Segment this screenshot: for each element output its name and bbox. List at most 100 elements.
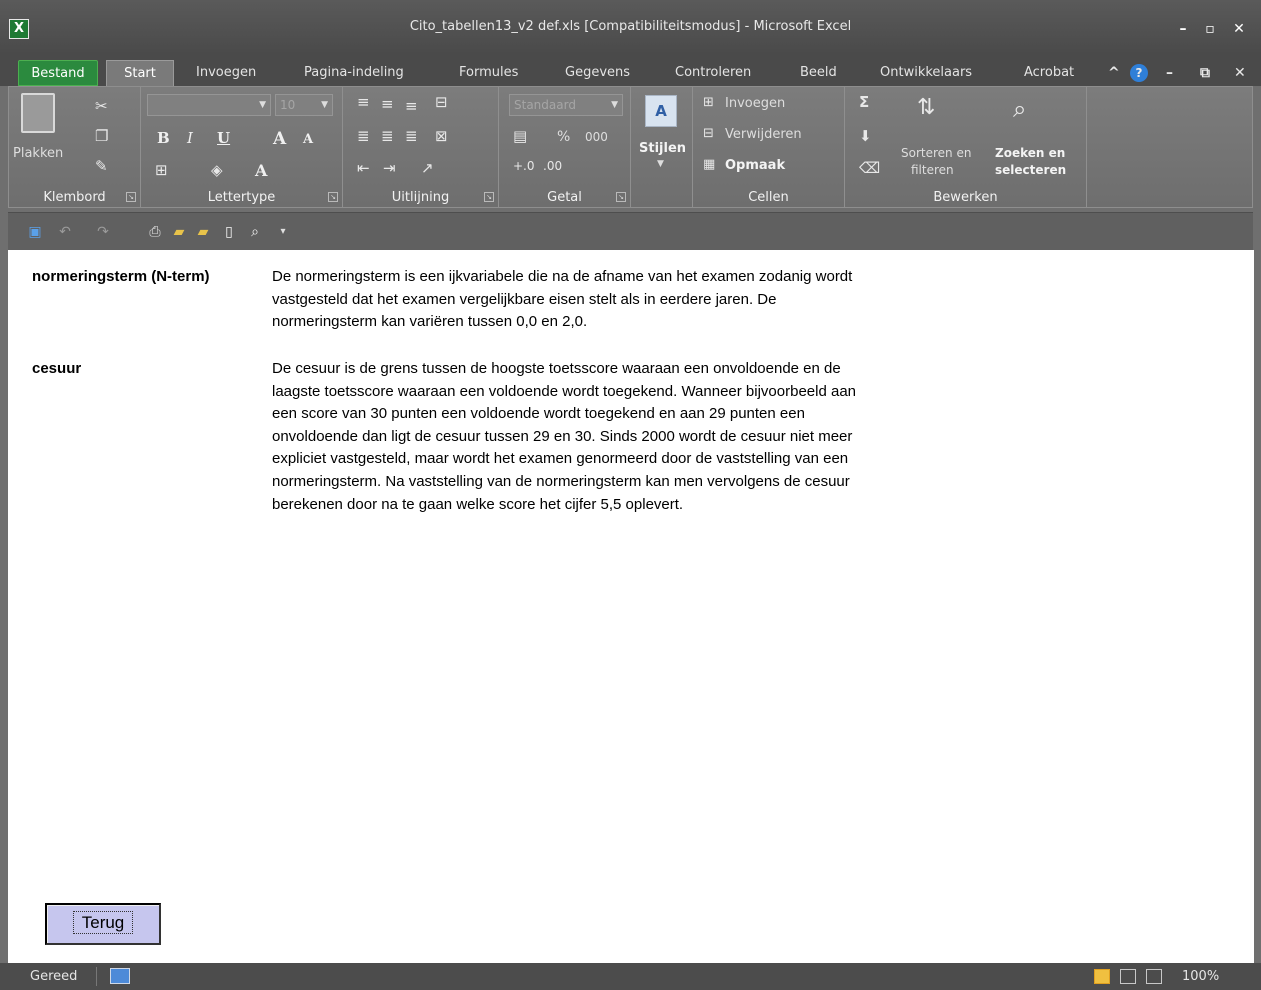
status-divider (96, 967, 97, 986)
alignment-launcher-icon[interactable]: ↘ (484, 192, 494, 202)
sort-filter-button-line1[interactable]: Sorteren en (901, 146, 971, 160)
orientation-icon[interactable]: ↗ (421, 159, 434, 177)
increase-indent-icon[interactable]: ⇥ (383, 159, 396, 177)
accounting-format-icon[interactable]: ▤ (513, 127, 527, 145)
workbook-close-icon[interactable]: ✕ (1234, 62, 1246, 84)
bold-icon[interactable]: B (157, 129, 170, 147)
sort-filter-icon[interactable]: ⇅ (917, 95, 935, 120)
decrease-indent-icon[interactable]: ⇤ (357, 159, 370, 177)
open-folder-icon[interactable]: ▰ (170, 223, 188, 241)
zoom-level[interactable]: 100% (1182, 969, 1219, 984)
copy-icon[interactable]: ❐ (95, 127, 108, 145)
minimize-button[interactable]: – (1172, 20, 1194, 38)
format-cells-icon[interactable]: ▦ (703, 157, 715, 172)
cut-icon[interactable]: ✂ (95, 97, 108, 115)
italic-icon[interactable]: I (187, 129, 193, 147)
term-cesuur: cesuur (32, 360, 82, 377)
autosum-icon[interactable]: Σ (859, 93, 869, 111)
fill-color-icon[interactable]: ◈ (211, 161, 223, 179)
sort-filter-button-line2[interactable]: filteren (911, 163, 954, 177)
tab-ontwikkelaars[interactable]: Ontwikkelaars (880, 60, 972, 86)
tab-beeld[interactable]: Beeld (800, 60, 837, 86)
merge-center-icon[interactable]: ⊠ (435, 127, 448, 145)
shrink-font-icon[interactable]: A (303, 132, 313, 147)
format-cells-button[interactable]: Opmaak (725, 158, 785, 173)
undo-icon[interactable]: ↶ (56, 223, 74, 241)
new-document-icon[interactable]: ▯ (220, 223, 238, 241)
tab-invoegen[interactable]: Invoegen (196, 60, 256, 86)
normal-view-icon[interactable] (1094, 969, 1110, 984)
group-label-alignment: Uitlijning (391, 190, 450, 205)
paste-button[interactable]: Plakken (13, 146, 63, 161)
group-editing: Σ ⬇ ⌫ ⇅ Sorteren en filteren ⌕ Zoeken en… (845, 87, 1087, 207)
term-normeringsterm: normeringsterm (N-term) (32, 268, 210, 285)
find-select-icon[interactable]: ⌕ (1013, 95, 1026, 123)
increase-decimal-icon[interactable]: +.0 (513, 159, 535, 173)
ribbon-tabs: Bestand Start Invoegen Pagina-indeling F… (0, 54, 1261, 86)
customize-toolbar-icon[interactable]: ▾ (274, 223, 292, 241)
status-bar: Gereed 100% (0, 963, 1261, 990)
tab-bestand[interactable]: Bestand (18, 60, 98, 86)
print-preview-icon[interactable]: ⌕ (246, 223, 264, 241)
status-ready: Gereed (30, 969, 78, 984)
wrap-text-icon[interactable]: ⊟ (435, 93, 448, 111)
align-top-icon[interactable]: ≡ (357, 93, 370, 111)
redo-icon[interactable]: ↷ (94, 223, 112, 241)
align-bottom-icon[interactable]: ≡ (405, 97, 418, 115)
number-launcher-icon[interactable]: ↘ (616, 192, 626, 202)
styles-dropdown-icon[interactable]: ▼ (657, 159, 664, 169)
find-select-button-line2[interactable]: selecteren (995, 163, 1066, 177)
group-styles[interactable]: A Stijlen ▼ (631, 87, 693, 207)
align-right-icon[interactable]: ≣ (405, 127, 418, 145)
help-icon[interactable]: ? (1130, 64, 1148, 82)
group-label-editing: Bewerken (933, 190, 998, 205)
font-launcher-icon[interactable]: ↘ (328, 192, 338, 202)
borders-icon[interactable]: ⊞ (155, 161, 168, 179)
workbook-restore-icon[interactable]: ⧉ (1200, 62, 1210, 84)
font-size-combo[interactable]: 10 ▼ (275, 94, 333, 116)
page-break-view-icon[interactable] (1146, 969, 1162, 984)
styles-button[interactable]: Stijlen (639, 141, 686, 156)
back-button[interactable]: Terug (45, 903, 161, 945)
close-button[interactable]: ✕ (1228, 20, 1250, 38)
tab-gegevens[interactable]: Gegevens (565, 60, 630, 86)
maximize-button[interactable]: ▫ (1199, 20, 1221, 38)
worksheet[interactable]: normeringsterm (N-term) De normeringster… (8, 250, 1254, 963)
tab-acrobat[interactable]: Acrobat (1024, 60, 1074, 86)
insert-cells-icon[interactable]: ⊞ (703, 95, 714, 110)
group-clipboard: Plakken ✂ ❐ ✎ Klembord ↘ (9, 87, 141, 207)
paste-icon[interactable] (21, 93, 55, 133)
number-format-combo[interactable]: Standaard ▼ (509, 94, 623, 116)
save-icon[interactable]: ▣ (26, 223, 44, 241)
find-select-button-line1[interactable]: Zoeken en (995, 146, 1065, 160)
tab-pagina-indeling[interactable]: Pagina-indeling (304, 60, 404, 86)
print-icon[interactable]: ⎙ (146, 223, 164, 241)
insert-cells-button[interactable]: Invoegen (725, 96, 785, 111)
decrease-decimal-icon[interactable]: .00 (543, 159, 562, 173)
tab-formules[interactable]: Formules (459, 60, 518, 86)
grow-font-icon[interactable]: A (273, 129, 286, 149)
definition-cesuur: De cesuur is de grens tussen de hoogste … (272, 360, 857, 513)
align-left-icon[interactable]: ≣ (357, 127, 370, 145)
macro-recording-icon[interactable] (110, 968, 130, 984)
percent-style-button[interactable]: % (557, 129, 570, 145)
format-painter-icon[interactable]: ✎ (95, 157, 108, 175)
tab-start[interactable]: Start (106, 60, 174, 86)
clear-icon[interactable]: ⌫ (859, 159, 880, 177)
page-layout-view-icon[interactable] (1120, 969, 1136, 984)
underline-icon[interactable]: U (217, 129, 230, 147)
align-center-icon[interactable]: ≣ (381, 127, 394, 145)
new-folder-icon[interactable]: ▰ (194, 223, 212, 241)
font-color-icon[interactable]: A (255, 161, 267, 180)
collapse-ribbon-icon[interactable]: ^ (1108, 62, 1120, 84)
font-name-combo[interactable]: ▼ (147, 94, 271, 116)
align-middle-icon[interactable]: ≡ (381, 95, 394, 113)
fill-icon[interactable]: ⬇ (859, 127, 872, 145)
styles-icon[interactable]: A (645, 95, 677, 127)
delete-cells-icon[interactable]: ⊟ (703, 126, 714, 141)
clipboard-launcher-icon[interactable]: ↘ (126, 192, 136, 202)
thousands-separator-button[interactable]: 000 (585, 130, 608, 144)
tab-controleren[interactable]: Controleren (675, 60, 751, 86)
workbook-minimize-icon[interactable]: – (1166, 62, 1173, 84)
delete-cells-button[interactable]: Verwijderen (725, 127, 802, 142)
